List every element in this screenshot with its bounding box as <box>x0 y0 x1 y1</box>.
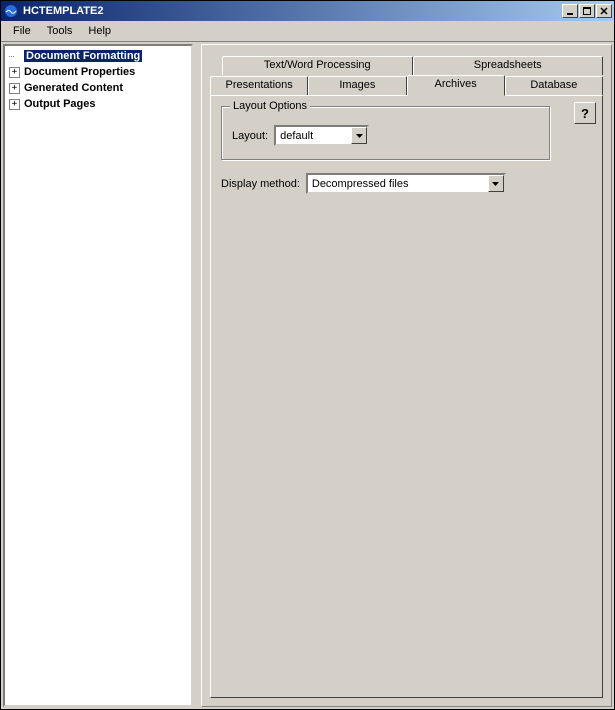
dropdown-button[interactable] <box>351 127 367 144</box>
tree-item-output-pages[interactable]: + Output Pages <box>7 96 189 112</box>
tree-label: Document Properties <box>24 66 135 78</box>
tree-item-document-properties[interactable]: + Document Properties <box>7 64 189 80</box>
content-area: Document Formatting + Document Propertie… <box>1 41 614 709</box>
tab-container: Text/Word Processing Spreadsheets Presen… <box>210 55 603 95</box>
expand-icon[interactable]: + <box>9 67 20 78</box>
tab-images[interactable]: Images <box>308 76 406 95</box>
tree-leaf-icon <box>9 51 20 62</box>
titlebar[interactable]: HCTEMPLATE2 <box>1 1 614 21</box>
tree-item-generated-content[interactable]: + Generated Content <box>7 80 189 96</box>
app-icon <box>3 3 19 19</box>
titlebar-controls <box>561 4 612 18</box>
layout-options-legend: Layout Options <box>230 100 310 112</box>
minimize-button[interactable] <box>562 4 578 18</box>
help-button[interactable]: ? <box>574 102 596 124</box>
tab-database[interactable]: Database <box>505 76 603 95</box>
main-panel: Text/Word Processing Spreadsheets Presen… <box>201 44 612 707</box>
close-button[interactable] <box>596 4 612 18</box>
dropdown-button[interactable] <box>488 175 504 192</box>
display-method-row: Display method: Decompressed files <box>221 173 592 194</box>
tab-spreadsheets[interactable]: Spreadsheets <box>413 56 604 75</box>
layout-combobox-value: default <box>276 130 351 142</box>
menu-tools[interactable]: Tools <box>39 23 81 39</box>
chevron-down-icon <box>356 134 363 138</box>
layout-options-group: Layout Options Layout: default <box>221 106 551 161</box>
tab-text-word-processing[interactable]: Text/Word Processing <box>222 56 413 75</box>
menubar: File Tools Help <box>1 21 614 41</box>
tree-label: Generated Content <box>24 82 123 94</box>
expand-icon[interactable]: + <box>9 99 20 110</box>
chevron-down-icon <box>492 182 499 186</box>
tree-label: Document Formatting <box>24 50 142 62</box>
layout-row: Layout: default <box>232 125 540 146</box>
menu-help[interactable]: Help <box>80 23 119 39</box>
display-method-label: Display method: <box>221 178 300 190</box>
layout-combobox[interactable]: default <box>274 125 369 146</box>
layout-label: Layout: <box>232 130 268 142</box>
tab-presentations[interactable]: Presentations <box>210 76 308 95</box>
sidebar-tree[interactable]: Document Formatting + Document Propertie… <box>3 44 193 707</box>
window-title: HCTEMPLATE2 <box>23 5 561 17</box>
tab-row-top: Text/Word Processing Spreadsheets <box>222 55 603 75</box>
main-window: HCTEMPLATE2 File Tools Help Document For… <box>0 0 615 710</box>
display-method-value: Decompressed files <box>308 178 488 190</box>
maximize-button[interactable] <box>579 4 595 18</box>
expand-icon[interactable]: + <box>9 83 20 94</box>
tab-archives[interactable]: Archives <box>407 75 505 96</box>
menu-file[interactable]: File <box>5 23 39 39</box>
display-method-combobox[interactable]: Decompressed files <box>306 173 506 194</box>
tab-page-archives: ? Layout Options Layout: default <box>210 95 603 698</box>
tab-row-bottom: Presentations Images Archives Database <box>210 75 603 95</box>
tree-label: Output Pages <box>24 98 96 110</box>
tree-item-document-formatting[interactable]: Document Formatting <box>7 48 189 64</box>
